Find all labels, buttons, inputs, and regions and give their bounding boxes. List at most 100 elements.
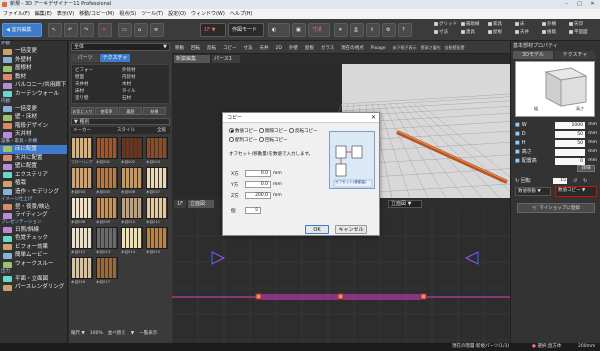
texture-tile[interactable] <box>96 227 118 249</box>
tab-texture-prop[interactable]: テクスチャ <box>555 51 595 59</box>
undo-button[interactable]: ↶ <box>64 23 78 37</box>
nav-item[interactable]: 平面・立面図 <box>0 275 67 284</box>
tree-item[interactable]: 床材 <box>75 88 84 94</box>
display-toggle[interactable]: 天井 <box>515 29 529 37</box>
storey-select[interactable]: 1F ▼ <box>200 23 226 37</box>
light-button[interactable]: ☀ <box>334 23 348 37</box>
delete-button[interactable]: ✕ <box>98 23 112 37</box>
footer-control[interactable]: 並べ替え <box>108 331 126 336</box>
wall-tool-button[interactable]: ▭ <box>118 23 132 37</box>
nav-item[interactable]: 造作・モデリング <box>0 188 67 197</box>
footer-control[interactable]: 縮尺 ▼ <box>71 331 85 336</box>
nav-item[interactable]: カーテンウォール <box>0 90 67 99</box>
texture-tile[interactable] <box>146 167 168 189</box>
mode-select[interactable]: 作図モード <box>228 23 264 37</box>
edit-option-0[interactable]: 床下格子表示 <box>393 45 417 50</box>
copy-mode-radio[interactable]: 反転コピー <box>289 128 318 134</box>
rotation-value[interactable]: 15 <box>553 178 567 184</box>
copy-mode-radio[interactable]: 回転コピー <box>259 137 288 143</box>
texture-tile[interactable] <box>121 137 143 159</box>
help-button[interactable]: ? <box>398 23 412 37</box>
close-button[interactable]: ✕ <box>586 0 599 9</box>
nav-item[interactable]: 色覚チェック <box>0 234 67 243</box>
display-toggle[interactable]: 家具 <box>488 21 502 29</box>
edit-tool-10[interactable]: 現在の視点 <box>341 46 364 51</box>
edit-tool-6[interactable]: 2D <box>276 46 282 51</box>
rotate-left-icon[interactable]: ↺ <box>573 177 577 185</box>
nav-item[interactable]: ビフォー効果 <box>0 243 67 252</box>
count-input[interactable]: 5 <box>245 207 261 214</box>
texture-tile[interactable] <box>146 227 168 249</box>
nav-item[interactable]: ウォークスルー <box>0 260 67 269</box>
nav-item[interactable]: 天井に配置 <box>0 154 67 163</box>
display-toggle[interactable]: 補助線 <box>461 21 480 29</box>
display-toggle[interactable]: 矢印 <box>569 21 583 29</box>
maximize-button[interactable]: □ <box>573 0 586 9</box>
display-toggle[interactable]: 外構 <box>542 21 556 29</box>
apply-button[interactable]: 詳細 <box>577 165 595 172</box>
cancel-button[interactable]: キャンセル <box>335 225 367 234</box>
numeric-move-select[interactable]: 数値移動 ▼ <box>515 187 551 196</box>
tab-3d-model[interactable]: 3Dモデル <box>513 51 553 59</box>
texture-tile[interactable] <box>96 137 118 159</box>
edit-tool-7[interactable]: 外壁 <box>289 46 298 51</box>
display-toggle[interactable]: 平面図 <box>569 29 588 37</box>
nav-item[interactable]: 植栽 <box>0 179 67 188</box>
menu-item-7[interactable]: ウィンドウ(W) <box>191 11 225 17</box>
nav-item[interactable]: 壁・床材 <box>0 113 67 122</box>
settings-button[interactable]: ⚙ <box>382 23 396 37</box>
sort-option[interactable]: 全般 <box>157 127 166 134</box>
texture-tile[interactable] <box>146 137 168 159</box>
nav-item[interactable]: 一括変更 <box>0 105 67 114</box>
export-button[interactable]: ⇪ <box>366 23 380 37</box>
nav-item[interactable]: 階段デザイン <box>0 122 67 131</box>
tree-item[interactable]: タイル <box>122 88 136 94</box>
edit-tool-9[interactable]: ガラス <box>321 46 334 51</box>
nav-item[interactable]: バルコニー/共用廊下 <box>0 81 67 90</box>
tree-item[interactable]: 壁面 <box>75 74 84 80</box>
selection-handle[interactable] <box>420 293 427 300</box>
texture-tile[interactable] <box>121 227 143 249</box>
tree-item[interactable]: 外装材 <box>122 67 136 73</box>
property-value[interactable]: 0 <box>555 158 585 165</box>
selection-handle[interactable] <box>255 293 262 300</box>
render-button[interactable]: ◐ <box>268 23 290 37</box>
texture-tile[interactable] <box>71 137 93 159</box>
nav-item[interactable]: 敷材 <box>0 73 67 82</box>
numeric-copy-select[interactable]: 数値コピー ▼ <box>555 186 597 197</box>
menu-item-4[interactable]: 視点(S) <box>119 11 136 17</box>
edit-tool-0[interactable]: 移動 <box>175 46 184 51</box>
ok-button[interactable]: OK <box>305 225 329 234</box>
viewport-tab-pers[interactable]: パース1 <box>212 55 240 63</box>
menu-item-6[interactable]: 設定(O) <box>168 11 186 17</box>
tab-texture[interactable]: テクスチャ <box>100 54 130 62</box>
nav-item[interactable]: 床に配置 <box>0 144 67 154</box>
footer-control[interactable]: ▼ <box>131 331 134 336</box>
filter-button[interactable]: 使用率 <box>95 107 118 115</box>
tree-item[interactable]: 内装材 <box>122 74 136 80</box>
menu-item-3[interactable]: 移動/コピー(M) <box>79 11 114 17</box>
display-toggle[interactable]: 寸法 <box>434 29 448 37</box>
texture-tile[interactable] <box>71 197 93 219</box>
copy-mode-radio[interactable]: 数値コピー <box>229 128 258 134</box>
nav-item[interactable]: 外壁材 <box>0 56 67 65</box>
nav-item[interactable]: 一括変更 <box>0 47 67 56</box>
dialog-close-icon[interactable]: ✕ <box>371 114 376 121</box>
register-myshop-button[interactable]: 🛒 マイショップに登録 <box>517 203 595 213</box>
edit-tool-11[interactable]: Pixage <box>371 46 386 51</box>
stair-tool-button[interactable]: ≡ <box>150 23 164 37</box>
edit-tool-1[interactable]: 回転 <box>191 46 200 51</box>
redo-button[interactable]: ↷ <box>80 23 94 37</box>
display-toggle[interactable]: 屋根 <box>488 29 502 37</box>
texture-tile[interactable] <box>71 167 93 189</box>
tree-item[interactable]: 天井材 <box>75 81 89 87</box>
display-toggle[interactable]: グリッド <box>434 21 457 29</box>
edit-tool-8[interactable]: 屋根 <box>305 46 314 51</box>
measure-button[interactable]: 寸法 <box>308 23 330 37</box>
viewport-tab-floor[interactable]: 1F <box>174 200 186 208</box>
texture-tile[interactable] <box>96 257 118 279</box>
texture-tile[interactable] <box>146 197 168 219</box>
offset-input[interactable]: 0.0 <box>245 181 271 188</box>
sort-option[interactable]: スタイル <box>117 127 135 134</box>
tree-item[interactable]: 石材 <box>122 95 131 101</box>
